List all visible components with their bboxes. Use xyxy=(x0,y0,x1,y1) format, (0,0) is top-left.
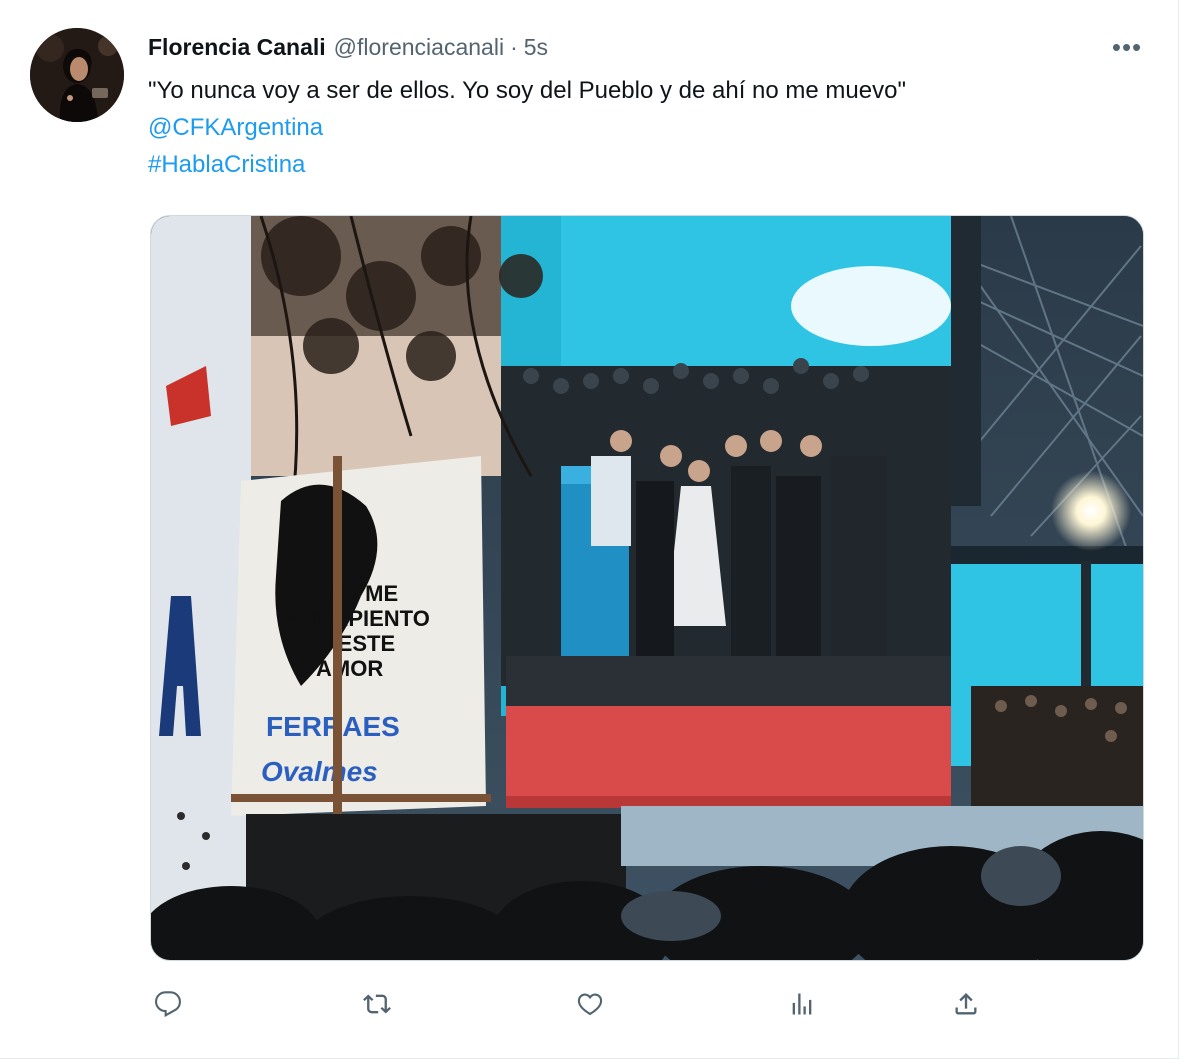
heart-icon xyxy=(577,993,603,1016)
retweet-icon xyxy=(363,994,391,1014)
tweet-timestamp[interactable]: 5s xyxy=(524,34,548,61)
reply-button[interactable] xyxy=(148,984,188,1024)
share-icon xyxy=(955,993,977,1015)
tweet-actions xyxy=(148,984,988,1024)
mention-link[interactable]: @CFKArgentina xyxy=(148,109,1148,146)
svg-text:FERRAES: FERRAES xyxy=(266,711,400,742)
separator-dot: · xyxy=(510,33,518,60)
analytics-icon xyxy=(792,993,812,1015)
tweet-header: Florencia Canali @florenciacanali · 5s xyxy=(148,32,548,62)
share-button[interactable] xyxy=(946,984,986,1024)
retweet-button[interactable] xyxy=(357,984,397,1024)
photo-scene: NO ME ARREPIENTO DE ESTE AMOR FERRAES Ov… xyxy=(151,216,1143,960)
author-handle[interactable]: @florenciacanali xyxy=(334,34,504,61)
reply-icon xyxy=(154,991,181,1018)
svg-text:Ovalmes: Ovalmes xyxy=(261,756,378,787)
tweet-quote: "Yo nunca voy a ser de ellos. Yo soy del… xyxy=(148,77,906,104)
tweet-card: Florencia Canali @florenciacanali · 5s •… xyxy=(0,0,1179,1059)
svg-text:ARREPIENTO: ARREPIENTO xyxy=(286,606,430,631)
avatar[interactable] xyxy=(30,28,124,122)
author-display-name[interactable]: Florencia Canali xyxy=(148,34,326,61)
svg-text:DE ESTE: DE ESTE xyxy=(301,631,395,656)
tweet-photo[interactable]: NO ME ARREPIENTO DE ESTE AMOR FERRAES Ov… xyxy=(150,215,1144,961)
tweet-text: "Yo nunca voy a ser de ellos. Yo soy del… xyxy=(148,72,1148,183)
more-options-icon[interactable]: ••• xyxy=(1105,32,1149,62)
svg-text:AMOR: AMOR xyxy=(316,656,383,681)
views-button[interactable] xyxy=(782,984,822,1024)
like-button[interactable] xyxy=(570,984,610,1024)
hashtag-link[interactable]: #HablaCristina xyxy=(148,146,1148,183)
